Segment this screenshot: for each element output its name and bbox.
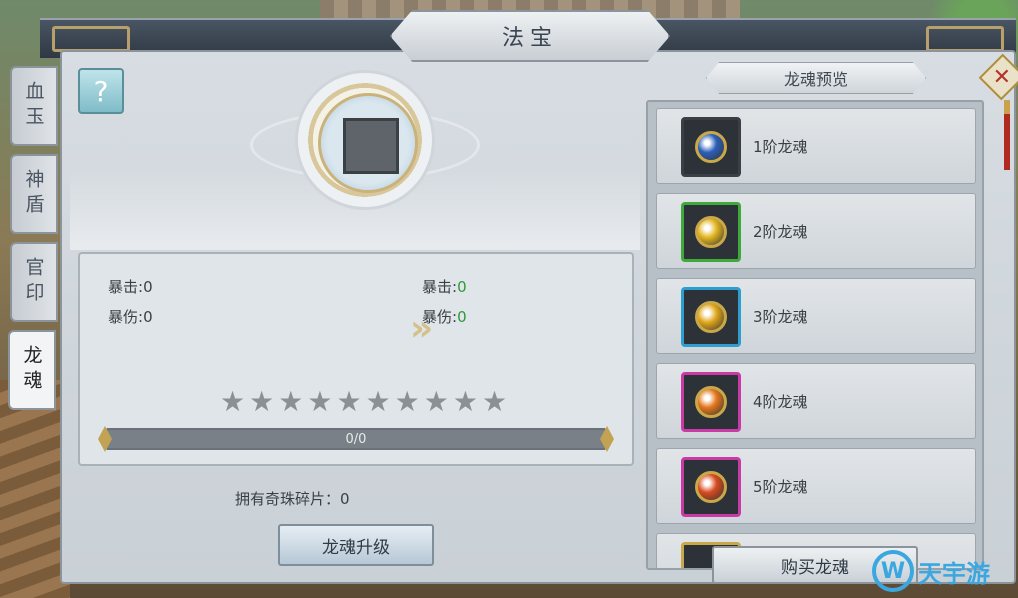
title-ornament-left bbox=[52, 26, 130, 52]
next-critdmg-value: 0 bbox=[457, 308, 467, 326]
star-icon: ★ bbox=[452, 385, 478, 418]
preview-item-name: 5阶龙魂 bbox=[753, 478, 808, 496]
gem-icon bbox=[695, 386, 727, 418]
stats-panel: 暴击:0 暴伤:0 » 暴击:0 暴伤:0 ★ ★ ★ ★ ★ ★ ★ ★ ★ ★ 0/0 bbox=[78, 252, 634, 466]
preview-list[interactable]: 1阶龙魂 2阶龙魂 3阶龙魂 4阶龙魂 5阶龙魂 bbox=[646, 100, 984, 570]
star-icon: ★ bbox=[307, 385, 333, 418]
close-icon: ✕ bbox=[992, 64, 1012, 90]
next-critdmg-label: 暴伤: bbox=[422, 308, 458, 326]
tab-xueyu[interactable]: 血玉 bbox=[10, 66, 58, 146]
dragon-soul-icon bbox=[681, 457, 741, 517]
gem-icon bbox=[695, 301, 727, 333]
medallion-ring bbox=[295, 70, 435, 210]
watermark-text: 天宇游 bbox=[918, 559, 990, 588]
upgrade-button[interactable]: 龙魂升级 bbox=[278, 524, 434, 566]
current-crit: 暴击:0 bbox=[108, 276, 153, 297]
dragon-soul-icon bbox=[681, 117, 741, 177]
current-critdmg-value: 0 bbox=[143, 308, 153, 326]
next-crit: 暴击:0 bbox=[422, 276, 467, 297]
medallion bbox=[250, 70, 480, 230]
watermark: W 天宇游 bbox=[872, 550, 990, 592]
fragment-count: 拥有奇珠碎片：0 bbox=[235, 490, 350, 508]
tab-longhun[interactable]: 龙魂 bbox=[8, 330, 56, 410]
progress-label: 0/0 bbox=[345, 431, 367, 447]
title-plate: 法宝 bbox=[390, 10, 670, 62]
star-icon: ★ bbox=[336, 385, 362, 418]
tab-guanyin[interactable]: 官印 bbox=[10, 242, 58, 322]
preview-item[interactable]: 5阶龙魂 bbox=[656, 448, 976, 524]
star-icon: ★ bbox=[394, 385, 420, 418]
progress-bar: 0/0 bbox=[98, 426, 614, 452]
preview-item-name: 1阶龙魂 bbox=[753, 138, 808, 156]
preview-item[interactable]: 2阶龙魂 bbox=[656, 193, 976, 269]
preview-header: 龙魂预览 bbox=[706, 62, 926, 94]
current-critdmg: 暴伤:0 bbox=[108, 306, 153, 327]
title-ornament-right bbox=[926, 26, 1004, 52]
gem-icon bbox=[695, 131, 727, 163]
current-crit-label: 暴击: bbox=[108, 278, 144, 296]
next-critdmg: 暴伤:0 bbox=[422, 306, 467, 327]
preview-item-name: 2阶龙魂 bbox=[753, 223, 808, 241]
preview-item-name: 4阶龙魂 bbox=[753, 393, 808, 411]
window-title: 法宝 bbox=[501, 26, 558, 51]
current-crit-value: 0 bbox=[143, 278, 153, 296]
star-icon: ★ bbox=[249, 385, 275, 418]
preview-item[interactable]: 1阶龙魂 bbox=[656, 108, 976, 184]
star-rating: ★ ★ ★ ★ ★ ★ ★ ★ ★ ★ bbox=[220, 388, 507, 416]
star-icon: ★ bbox=[423, 385, 449, 418]
star-icon: ★ bbox=[365, 385, 391, 418]
star-icon: ★ bbox=[220, 385, 246, 418]
gem-icon bbox=[695, 216, 727, 248]
tassel-decoration bbox=[1004, 100, 1010, 170]
star-icon: ★ bbox=[481, 385, 508, 418]
gem-icon bbox=[695, 471, 727, 503]
dragon-soul-slot[interactable] bbox=[343, 118, 399, 174]
help-button[interactable]: ? bbox=[78, 68, 124, 114]
watermark-logo: W bbox=[872, 550, 914, 592]
next-crit-label: 暴击: bbox=[422, 278, 458, 296]
dragon-soul-icon bbox=[681, 287, 741, 347]
current-critdmg-label: 暴伤: bbox=[108, 308, 144, 326]
next-crit-value: 0 bbox=[457, 278, 467, 296]
question-icon: ? bbox=[93, 74, 109, 108]
star-icon: ★ bbox=[278, 385, 304, 418]
preview-item-name: 3阶龙魂 bbox=[753, 308, 808, 326]
dragon-soul-icon bbox=[681, 202, 741, 262]
medallion-inner bbox=[318, 93, 418, 193]
preview-item[interactable]: 4阶龙魂 bbox=[656, 363, 976, 439]
tab-shendun[interactable]: 神盾 bbox=[10, 154, 58, 234]
preview-item[interactable]: 3阶龙魂 bbox=[656, 278, 976, 354]
dragon-soul-icon bbox=[681, 372, 741, 432]
